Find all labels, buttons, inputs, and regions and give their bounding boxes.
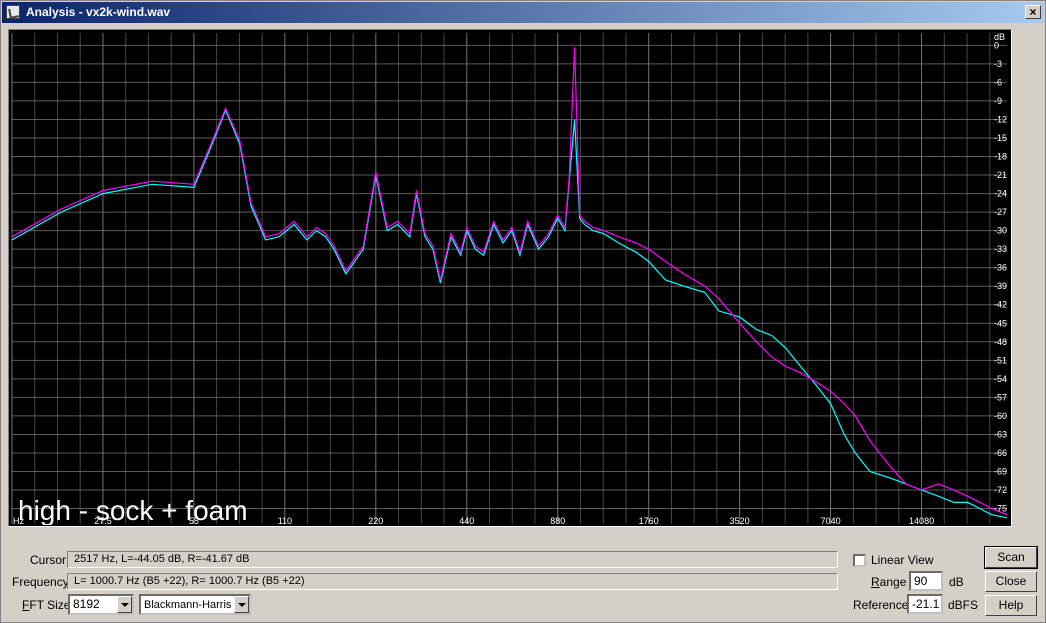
reference-input[interactable]: -21.1: [907, 594, 943, 614]
x-tick-label: 110: [278, 516, 292, 525]
fft-size-label: FFT Size:: [22, 598, 74, 612]
y-tick-label: -15: [994, 133, 1007, 143]
y-tick-label: -33: [994, 244, 1007, 254]
fft-window-value: Blackmann-Harris: [144, 599, 232, 611]
y-tick-label: -63: [994, 429, 1007, 439]
y-tick-label: -72: [994, 485, 1007, 495]
help-button[interactable]: Help: [985, 595, 1037, 616]
y-tick-label: -66: [994, 448, 1007, 458]
range-input[interactable]: 90: [909, 571, 943, 591]
x-tick-label: 440: [459, 516, 474, 525]
chart-annotation: high - sock + foam: [18, 495, 248, 525]
range-label: Range: [871, 575, 907, 589]
y-tick-label: -12: [994, 114, 1007, 124]
spectrum-chart[interactable]: 27.55511022044088017603520704014080Hz630…: [10, 31, 1010, 525]
reference-unit: dBFS: [948, 598, 979, 612]
y-tick-label: -6: [994, 77, 1002, 87]
y-tick-label: -30: [994, 226, 1007, 236]
close-button[interactable]: Close: [985, 571, 1037, 592]
fft-size-value: 8192: [73, 597, 100, 611]
scan-button[interactable]: Scan: [984, 546, 1038, 569]
x-tick-label: 7040: [821, 516, 841, 525]
x-tick-label: 3520: [730, 516, 750, 525]
y-tick-label: -39: [994, 281, 1007, 291]
y-tick-label: -51: [994, 355, 1007, 365]
chevron-down-icon[interactable]: [234, 596, 249, 613]
y-tick-label: -60: [994, 411, 1007, 421]
chevron-down-icon[interactable]: [117, 596, 132, 613]
x-tick-label: 220: [368, 516, 383, 525]
reference-label: Reference: [853, 598, 909, 612]
y-tick-label: -42: [994, 300, 1007, 310]
linear-view-label[interactable]: Linear View: [871, 553, 933, 567]
fft-window-select[interactable]: Blackmann-Harris: [139, 594, 251, 615]
window-title: Analysis - vx2k-wind.wav: [26, 5, 171, 19]
y-tick-label: -9: [994, 96, 1002, 106]
frequency-readout: L= 1000.7 Hz (B5 +22), R= 1000.7 Hz (B5 …: [67, 573, 838, 590]
y-tick-label: -36: [994, 263, 1007, 273]
frequency-label: Frequency:: [12, 575, 73, 589]
x-tick-label: 14080: [909, 516, 934, 525]
x-tick-label: 1760: [639, 516, 659, 525]
y-axis-unit-label: dB: [994, 32, 1005, 42]
y-tick-label: -48: [994, 337, 1007, 347]
y-tick-label: -21: [994, 170, 1007, 180]
y-tick-label: -45: [994, 318, 1007, 328]
y-tick-label: -3: [994, 59, 1002, 69]
y-tick-label: -18: [994, 152, 1007, 162]
y-tick-label: -69: [994, 467, 1007, 477]
window-close-button[interactable]: ×: [1025, 5, 1041, 19]
y-tick-label: -57: [994, 392, 1007, 402]
y-tick-label: -75: [994, 504, 1007, 514]
fft-size-select[interactable]: 8192: [68, 594, 134, 615]
range-unit: dB: [949, 575, 964, 589]
y-tick-label: -24: [994, 189, 1007, 199]
x-tick-label: 880: [550, 516, 565, 525]
y-tick-label: -27: [994, 207, 1007, 217]
y-tick-label: -54: [994, 374, 1007, 384]
cursor-readout: 2517 Hz, L=-44.05 dB, R=-41.67 dB: [67, 551, 838, 568]
cursor-label: Cursor:: [30, 553, 70, 567]
app-icon: [6, 5, 20, 19]
linear-view-checkbox[interactable]: [853, 554, 866, 567]
title-bar[interactable]: Analysis - vx2k-wind.wav ×: [2, 2, 1044, 23]
plot-background: [10, 31, 1010, 525]
analysis-window: Analysis - vx2k-wind.wav × 27.5 55 110 220 4…: [0, 0, 1046, 623]
